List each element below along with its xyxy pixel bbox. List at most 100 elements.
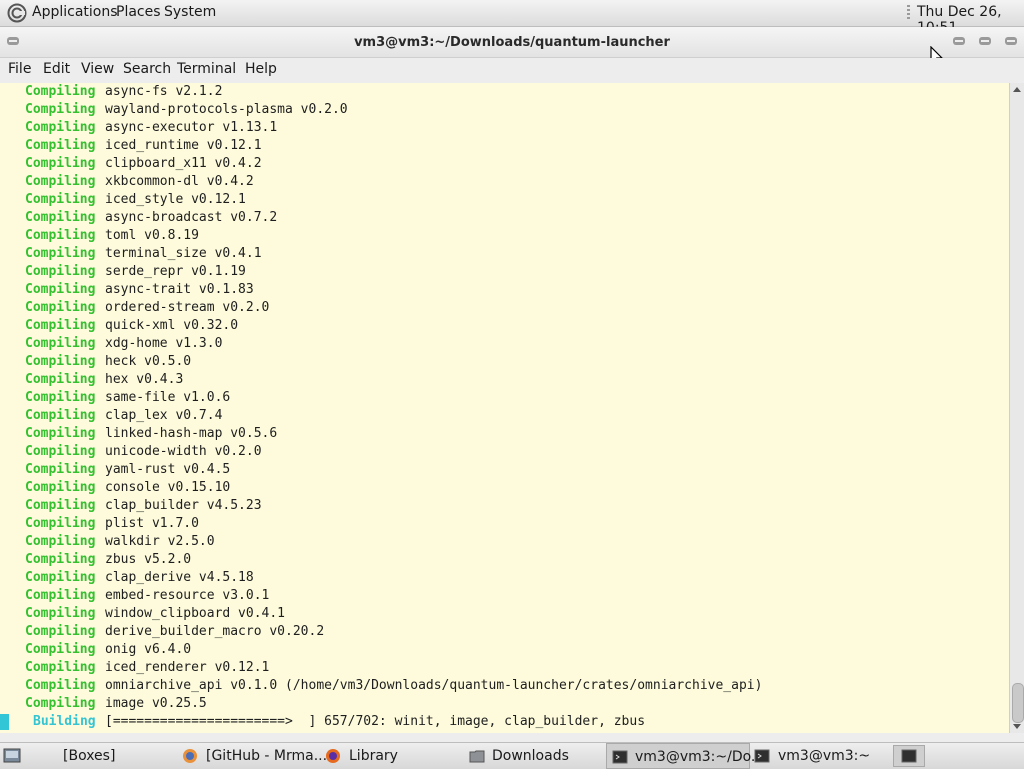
compiling-keyword: Compiling <box>25 372 96 387</box>
compiling-keyword: Compiling <box>25 696 96 711</box>
compiling-keyword: Compiling <box>25 552 96 567</box>
compiling-keyword: Compiling <box>25 336 96 351</box>
scroll-up-icon[interactable] <box>1013 87 1021 92</box>
maximize-icon[interactable] <box>978 35 992 47</box>
terminal-output[interactable]: Compiling async-fs v2.1.2 Compiling wayland… <box>0 83 1009 733</box>
taskbar-item-boxes[interactable]: [Boxes] <box>44 743 174 769</box>
taskbar-item-label: [Boxes] <box>63 748 116 764</box>
compiling-keyword: Compiling <box>25 192 96 207</box>
terminal-icon <box>901 749 917 763</box>
crate-name: clap_derive v4.5.18 <box>105 570 254 585</box>
crate-name: same-file v1.0.6 <box>105 390 231 405</box>
compiling-keyword: Compiling <box>25 642 96 657</box>
compiling-keyword: Compiling <box>25 588 96 603</box>
folder-icon <box>469 750 485 763</box>
compiling-keyword: Compiling <box>25 660 96 675</box>
crate-name: unicode-width v0.2.0 <box>105 444 262 459</box>
terminal-scrollbar[interactable] <box>1009 83 1024 733</box>
menu-search[interactable]: Search <box>123 61 171 77</box>
crate-name: hex v0.4.3 <box>105 372 184 387</box>
taskbar-item-github[interactable]: [GitHub - Mrma... <box>176 743 327 769</box>
crate-name: async-fs v2.1.2 <box>105 84 223 99</box>
close-icon[interactable] <box>1004 35 1018 47</box>
system-menu[interactable]: System <box>164 4 216 20</box>
places-menu[interactable]: Places <box>116 4 161 20</box>
compiling-keyword: Compiling <box>25 678 96 693</box>
crate-name: async-executor v1.13.1 <box>105 120 278 135</box>
show-desktop-icon[interactable] <box>3 747 21 765</box>
compiling-keyword: Compiling <box>25 264 96 279</box>
crate-name: clipboard_x11 v0.4.2 <box>105 156 262 171</box>
scroll-thumb[interactable] <box>1012 683 1024 723</box>
compiling-keyword: Compiling <box>25 228 96 243</box>
taskbar-item-label: Library <box>349 748 398 764</box>
taskbar-item-terminal-downloads[interactable]: vm3@vm3:~/Do... <box>606 743 764 769</box>
compiling-keyword: Compiling <box>25 570 96 585</box>
compiling-keyword: Compiling <box>25 102 96 117</box>
crate-name: derive_builder_macro v0.20.2 <box>105 624 325 639</box>
crate-name: embed-resource v3.0.1 <box>105 588 270 603</box>
compiling-keyword: Compiling <box>25 138 96 153</box>
taskbar-item-label: vm3@vm3:~/Do... <box>635 749 765 765</box>
crate-name: onig v6.4.0 <box>105 642 192 657</box>
taskbar-item-label: vm3@vm3:~ <box>778 748 871 764</box>
terminal-cursor <box>0 714 9 730</box>
compiling-keyword: Compiling <box>25 408 96 423</box>
compiling-keyword: Compiling <box>25 462 96 477</box>
crate-name: image v0.25.5 <box>105 696 207 711</box>
crate-name: iced_style v0.12.1 <box>105 192 246 207</box>
workspace-switcher[interactable] <box>893 745 925 767</box>
taskbar-item-terminal-home[interactable]: vm3@vm3:~ <box>750 743 890 769</box>
crate-name: yaml-rust v0.4.5 <box>105 462 231 477</box>
compiling-keyword: Compiling <box>25 516 96 531</box>
browser-icon <box>183 749 197 763</box>
taskbar-item-downloads[interactable]: Downloads <box>464 743 606 769</box>
menu-help[interactable]: Help <box>245 61 277 77</box>
scroll-down-icon[interactable] <box>1013 724 1021 729</box>
menu-file[interactable]: File <box>8 61 31 77</box>
compiling-keyword: Compiling <box>25 120 96 135</box>
crate-name: async-broadcast v0.7.2 <box>105 210 278 225</box>
compiling-keyword: Compiling <box>25 534 96 549</box>
compiling-keyword: Compiling <box>25 300 96 315</box>
crate-name: plist v1.7.0 <box>105 516 199 531</box>
crate-name: async-trait v0.1.83 <box>105 282 254 297</box>
compiling-keyword: Compiling <box>25 390 96 405</box>
crate-name: toml v0.8.19 <box>105 228 199 243</box>
crate-name: iced_runtime v0.12.1 <box>105 138 262 153</box>
panel-separator <box>907 5 910 21</box>
taskbar-item-library[interactable]: Library <box>320 743 462 769</box>
window-title: vm3@vm3:~/Downloads/quantum-launcher <box>354 35 670 50</box>
taskbar-item-label: Downloads <box>492 748 569 764</box>
firefox-icon <box>326 749 340 763</box>
taskbar-item-label: [GitHub - Mrma... <box>206 748 328 764</box>
crate-name: clap_builder v4.5.23 <box>105 498 262 513</box>
menu-view[interactable]: View <box>81 61 114 77</box>
menu-terminal[interactable]: Terminal <box>177 61 236 77</box>
crate-name: wayland-protocols-plasma v0.2.0 <box>105 102 348 117</box>
crate-name: quick-xml v0.32.0 <box>105 318 239 333</box>
menu-edit[interactable]: Edit <box>43 61 70 77</box>
debian-logo-icon[interactable] <box>7 3 27 23</box>
window-titlebar[interactable]: vm3@vm3:~/Downloads/quantum-launcher <box>0 27 1024 58</box>
crate-name: ordered-stream v0.2.0 <box>105 300 270 315</box>
crate-name: linked-hash-map v0.5.6 <box>105 426 278 441</box>
compiling-keyword: Compiling <box>25 246 96 261</box>
applications-menu[interactable]: Applications <box>32 4 118 20</box>
minimize-icon[interactable] <box>952 35 966 47</box>
build-progress-text: [======================> ] 657/702: wini… <box>105 714 646 729</box>
compiling-keyword: Compiling <box>25 498 96 513</box>
compiling-keyword: Compiling <box>25 606 96 621</box>
crate-name: window_clipboard v0.4.1 <box>105 606 286 621</box>
compiling-keyword: Compiling <box>25 210 96 225</box>
crate-name: serde_repr v0.1.19 <box>105 264 246 279</box>
crate-name: heck v0.5.0 <box>105 354 192 369</box>
menubar: File Edit View Search Terminal Help <box>0 58 1024 82</box>
compiling-keyword: Compiling <box>25 444 96 459</box>
crate-name: xkbcommon-dl v0.4.2 <box>105 174 254 189</box>
taskbar: [Boxes] [GitHub - Mrma... Library Downlo… <box>0 742 1024 769</box>
compiling-keyword: Compiling <box>25 282 96 297</box>
crate-name: omniarchive_api v0.1.0 (/home/vm3/Downlo… <box>105 678 763 693</box>
compiling-keyword: Compiling <box>25 624 96 639</box>
crate-name: zbus v5.2.0 <box>105 552 192 567</box>
